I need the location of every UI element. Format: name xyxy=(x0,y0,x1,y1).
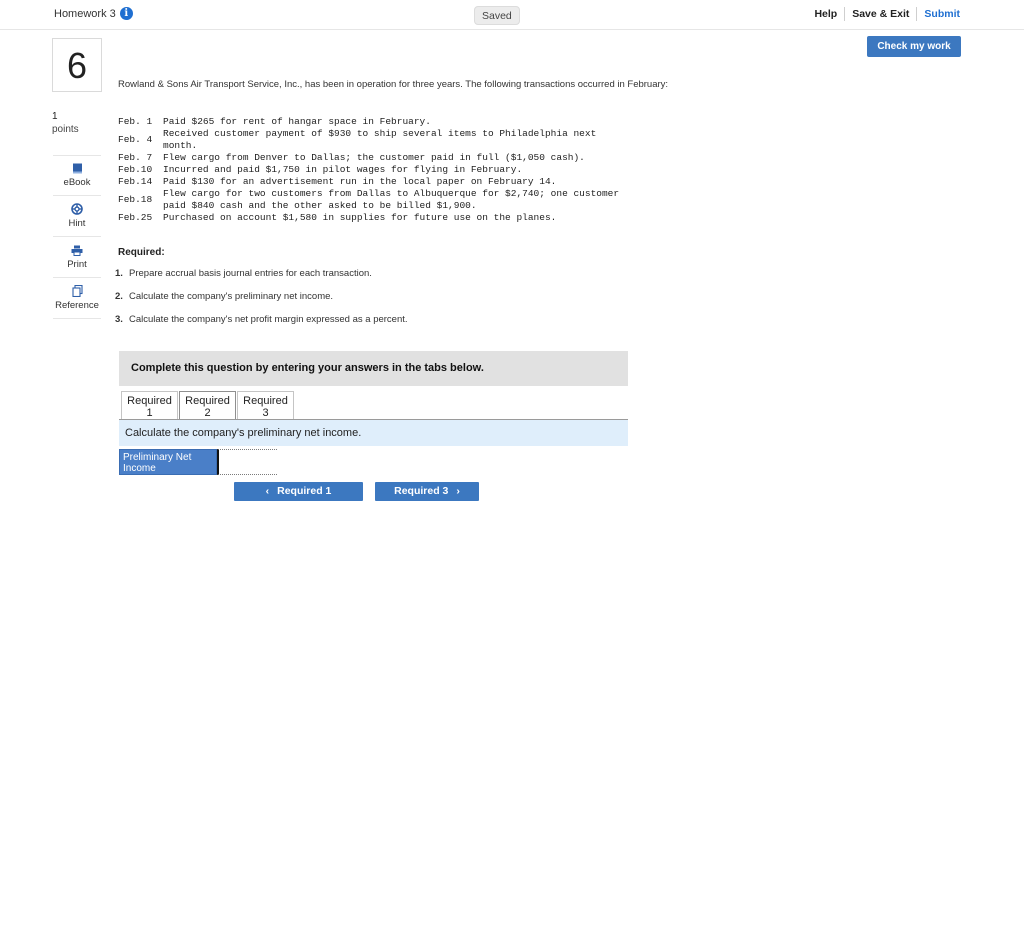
tab-number: 1 xyxy=(146,407,153,419)
chevron-left-icon: ‹ xyxy=(265,485,270,497)
requirement-number: 3. xyxy=(115,314,123,325)
transaction-text: Paid $265 for rent of hangar space in Fe… xyxy=(163,116,431,127)
reference-button[interactable]: Reference xyxy=(53,278,101,319)
assignment-title: Homework 3 i xyxy=(54,7,133,20)
book-icon xyxy=(72,163,82,174)
tab-label: Required xyxy=(185,395,230,407)
save-exit-link[interactable]: Save & Exit xyxy=(845,8,916,20)
requirement-text: Prepare accrual basis journal entries fo… xyxy=(129,268,372,279)
transaction-row: Feb.18 Flew cargo for two customers from… xyxy=(118,188,688,212)
transaction-date: Feb. 1 xyxy=(118,116,153,127)
transaction-list: Feb. 1 Paid $265 for rent of hangar spac… xyxy=(118,116,688,224)
transaction-row: Feb.25 Purchased on account $1,580 in su… xyxy=(118,212,688,224)
document-icon xyxy=(71,285,83,297)
transaction-text: Incurred and paid $1,750 in pilot wages … xyxy=(163,164,523,175)
transaction-date: Feb.10 xyxy=(118,164,153,175)
preliminary-net-income-label: Preliminary Net Income xyxy=(119,449,217,475)
side-tools: eBook Hint Print Reference xyxy=(53,155,101,319)
transaction-date: Feb.14 xyxy=(118,176,153,187)
info-icon[interactable]: i xyxy=(119,7,133,20)
transaction-row: Feb.10 Incurred and paid $1,750 in pilot… xyxy=(118,164,688,176)
chevron-right-icon: › xyxy=(456,485,460,497)
tab-number: 2 xyxy=(204,407,211,419)
saved-status-badge: Saved xyxy=(474,6,520,25)
transaction-text: Received customer payment of $930 to shi… xyxy=(163,128,597,151)
points-label: points xyxy=(52,124,79,135)
requirement-item: 3. Calculate the company's net profit ma… xyxy=(115,314,408,337)
points-value: 1 xyxy=(52,111,58,122)
transaction-row: Feb. 7 Flew cargo from Denver to Dallas;… xyxy=(118,152,688,164)
transaction-text: Flew cargo for two customers from Dallas… xyxy=(163,188,620,211)
transaction-row: Feb. 4 Received customer payment of $930… xyxy=(118,128,688,152)
next-required-button[interactable]: Required 3 › xyxy=(375,482,479,501)
print-button[interactable]: Print xyxy=(53,237,101,278)
print-label: Print xyxy=(67,258,87,270)
reference-label: Reference xyxy=(55,300,99,311)
submit-link[interactable]: Submit xyxy=(917,8,960,20)
hint-button[interactable]: Hint xyxy=(53,196,101,237)
hint-label: Hint xyxy=(68,218,86,229)
check-my-work-button[interactable]: Check my work xyxy=(867,36,961,57)
next-required-label: Required 3 xyxy=(394,485,449,497)
help-link[interactable]: Help xyxy=(807,8,844,20)
top-bar: Homework 3 i Saved Help Save & Exit Subm… xyxy=(0,0,1024,30)
question-number: 6 xyxy=(52,38,102,92)
requirements-list: 1. Prepare accrual basis journal entries… xyxy=(115,268,408,337)
ebook-button[interactable]: eBook xyxy=(53,155,101,196)
requirement-number: 1. xyxy=(115,268,123,279)
ebook-label: eBook xyxy=(63,177,91,188)
preliminary-net-income-input[interactable] xyxy=(217,449,277,475)
requirement-text: Calculate the company's preliminary net … xyxy=(129,291,334,302)
assignment-title-text: Homework 3 xyxy=(54,7,116,20)
requirement-tabs: Required 1 Required 2 Required 3 xyxy=(121,391,294,419)
previous-required-button[interactable]: ‹ Required 1 xyxy=(234,482,363,501)
tab-required-2[interactable]: Required 2 xyxy=(179,391,236,419)
answer-row: Preliminary Net Income xyxy=(119,449,277,475)
instructions-banner: Complete this question by entering your … xyxy=(119,351,628,386)
transaction-text: Flew cargo from Denver to Dallas; the cu… xyxy=(163,152,585,163)
requirement-number: 2. xyxy=(115,291,123,302)
tab-label: Required xyxy=(127,395,172,407)
printer-icon xyxy=(71,245,83,256)
transaction-date: Feb.18 xyxy=(118,194,153,205)
required-heading: Required: xyxy=(118,247,165,258)
tab-required-1[interactable]: Required 1 xyxy=(121,391,178,419)
transaction-date: Feb.25 xyxy=(118,212,153,223)
problem-intro: Rowland & Sons Air Transport Service, In… xyxy=(118,79,669,90)
top-links: Help Save & Exit Submit xyxy=(807,7,960,21)
transaction-row: Feb.14 Paid $130 for an advertisement ru… xyxy=(118,176,688,188)
transaction-date: Feb. 4 xyxy=(118,134,153,145)
requirement-item: 2. Calculate the company's preliminary n… xyxy=(115,291,408,314)
points-block: 1 points xyxy=(52,110,79,136)
requirement-text: Calculate the company's net profit margi… xyxy=(129,314,408,325)
tab-instruction: Calculate the company's preliminary net … xyxy=(119,420,628,446)
transaction-text: Paid $130 for an advertisement run in th… xyxy=(163,176,557,187)
lifebuoy-icon xyxy=(71,203,83,215)
tab-label: Required xyxy=(243,395,288,407)
previous-required-label: Required 1 xyxy=(277,485,332,497)
tab-number: 3 xyxy=(262,407,269,419)
transaction-row: Feb. 1 Paid $265 for rent of hangar spac… xyxy=(118,116,688,128)
transaction-date: Feb. 7 xyxy=(118,152,153,163)
requirement-item: 1. Prepare accrual basis journal entries… xyxy=(115,268,408,291)
tab-required-3[interactable]: Required 3 xyxy=(237,391,294,419)
transaction-text: Purchased on account $1,580 in supplies … xyxy=(163,212,557,223)
